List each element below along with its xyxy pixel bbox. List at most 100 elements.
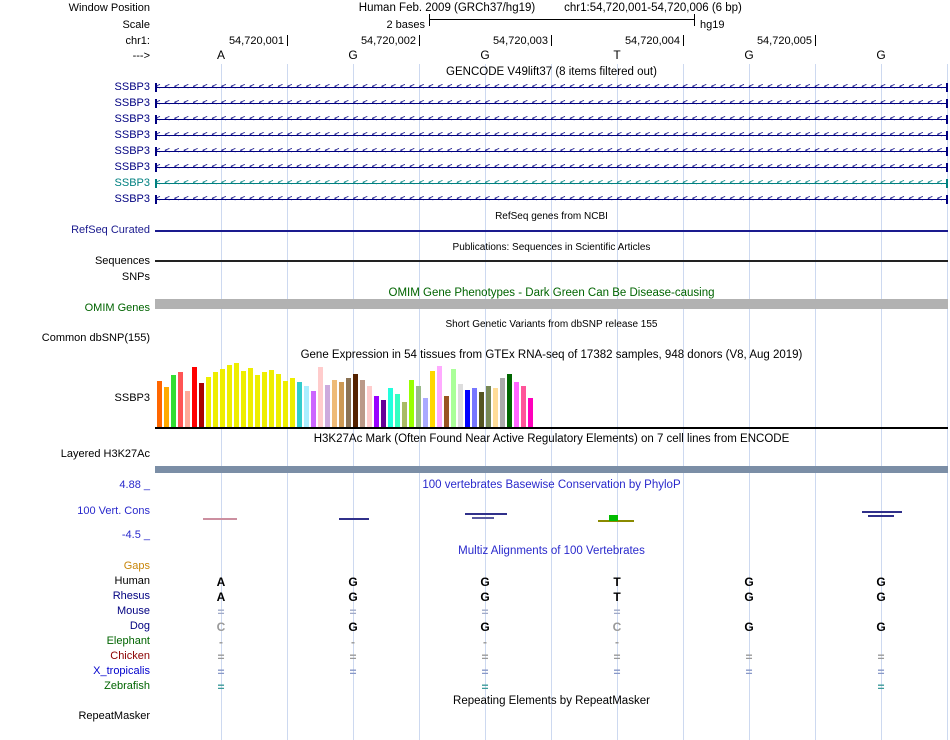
gtex-bar[interactable] xyxy=(318,367,323,427)
gtex-bar[interactable] xyxy=(164,387,169,427)
gtex-bar[interactable] xyxy=(171,375,176,427)
gtex-bar[interactable] xyxy=(486,386,491,427)
omim-genes-bar[interactable] xyxy=(155,299,948,309)
species-label-gaps[interactable]: Gaps xyxy=(0,560,150,573)
refseq-curated-item[interactable] xyxy=(155,230,948,232)
gencode-transcript[interactable]: <<<<<<<<<<<<<<<<<<<<<<<<<<<<<<<<<<<<<<<<… xyxy=(155,177,948,190)
gencode-track-label[interactable]: SSBP3 xyxy=(0,193,150,206)
species-label-rhesus[interactable]: Rhesus xyxy=(0,590,150,603)
gtex-bar[interactable] xyxy=(262,372,267,427)
gtex-bar[interactable] xyxy=(360,380,365,427)
gtex-bar[interactable] xyxy=(444,396,449,427)
species-label-x-tropicalis[interactable]: X_tropicalis xyxy=(0,665,150,678)
phylop-mark[interactable] xyxy=(465,513,507,515)
gtex-bar[interactable] xyxy=(395,394,400,427)
alignment-base: = xyxy=(217,680,225,694)
gtex-bar[interactable] xyxy=(157,381,162,427)
dbsnp-label[interactable]: Common dbSNP(155) xyxy=(0,332,150,345)
gtex-bar[interactable] xyxy=(514,382,519,427)
sequences-item[interactable] xyxy=(155,260,948,262)
gtex-bar[interactable] xyxy=(290,378,295,427)
gtex-bar[interactable] xyxy=(255,375,260,427)
gtex-bar[interactable] xyxy=(227,365,232,427)
gtex-bar[interactable] xyxy=(192,367,197,427)
gtex-bar[interactable] xyxy=(213,372,218,427)
gtex-bar[interactable] xyxy=(269,370,274,427)
phylop-mark[interactable] xyxy=(472,517,494,519)
gencode-track-label[interactable]: SSBP3 xyxy=(0,97,150,110)
gencode-transcript[interactable]: <<<<<<<<<<<<<<<<<<<<<<<<<<<<<<<<<<<<<<<<… xyxy=(155,145,948,158)
gtex-bar[interactable] xyxy=(297,382,302,427)
repeatmasker-label[interactable]: RepeatMasker xyxy=(0,710,150,723)
gencode-transcript[interactable]: <<<<<<<<<<<<<<<<<<<<<<<<<<<<<<<<<<<<<<<<… xyxy=(155,97,948,110)
gtex-bar[interactable] xyxy=(493,388,498,427)
gtex-bar[interactable] xyxy=(346,378,351,427)
species-label-chicken[interactable]: Chicken xyxy=(0,650,150,663)
phylop-mark[interactable] xyxy=(203,518,237,520)
gtex-track-label[interactable]: SSBP3 xyxy=(0,392,150,405)
gencode-track-label[interactable]: SSBP3 xyxy=(0,81,150,94)
gtex-bar[interactable] xyxy=(206,377,211,427)
gtex-bar[interactable] xyxy=(458,384,463,427)
gtex-bar[interactable] xyxy=(248,368,253,427)
gtex-bar[interactable] xyxy=(500,378,505,427)
gtex-bar[interactable] xyxy=(199,383,204,427)
gtex-bar[interactable] xyxy=(367,386,372,427)
gtex-bar[interactable] xyxy=(332,380,337,427)
phylop-mark[interactable] xyxy=(868,515,894,517)
gtex-bar[interactable] xyxy=(283,381,288,427)
gencode-track-label[interactable]: SSBP3 xyxy=(0,177,150,190)
gtex-bar[interactable] xyxy=(381,400,386,427)
species-label-zebrafish[interactable]: Zebrafish xyxy=(0,680,150,693)
gtex-bar[interactable] xyxy=(339,382,344,427)
gtex-bar[interactable] xyxy=(465,390,470,427)
species-label-human[interactable]: Human xyxy=(0,575,150,588)
gtex-bar[interactable] xyxy=(521,386,526,427)
gtex-bar[interactable] xyxy=(311,391,316,427)
gtex-bar[interactable] xyxy=(472,388,477,427)
gencode-track-label[interactable]: SSBP3 xyxy=(0,161,150,174)
gtex-bar[interactable] xyxy=(528,398,533,427)
gtex-bar[interactable] xyxy=(451,369,456,427)
gtex-bar[interactable] xyxy=(178,372,183,427)
gtex-bar[interactable] xyxy=(479,392,484,427)
species-label-dog[interactable]: Dog xyxy=(0,620,150,633)
gtex-bar[interactable] xyxy=(220,369,225,427)
gtex-bar[interactable] xyxy=(437,366,442,427)
gtex-bar[interactable] xyxy=(374,396,379,427)
gtex-bar[interactable] xyxy=(234,363,239,427)
gencode-transcript[interactable]: <<<<<<<<<<<<<<<<<<<<<<<<<<<<<<<<<<<<<<<<… xyxy=(155,129,948,142)
h3k27ac-signal-bar[interactable] xyxy=(155,466,948,473)
gencode-transcript[interactable]: <<<<<<<<<<<<<<<<<<<<<<<<<<<<<<<<<<<<<<<<… xyxy=(155,161,948,174)
gtex-bar[interactable] xyxy=(304,386,309,427)
phylop-mark[interactable] xyxy=(862,511,902,513)
gtex-bar[interactable] xyxy=(430,371,435,427)
phylop-mark[interactable] xyxy=(339,518,369,520)
gtex-bar[interactable] xyxy=(507,374,512,427)
gtex-bar[interactable] xyxy=(325,385,330,427)
snps-label[interactable]: SNPs xyxy=(0,271,150,284)
gtex-bar[interactable] xyxy=(276,374,281,427)
omim-genes-label[interactable]: OMIM Genes xyxy=(0,302,150,315)
species-label-mouse[interactable]: Mouse xyxy=(0,605,150,618)
species-label-elephant[interactable]: Elephant xyxy=(0,635,150,648)
gtex-bar[interactable] xyxy=(423,398,428,427)
gtex-bar[interactable] xyxy=(416,386,421,427)
sequences-label[interactable]: Sequences xyxy=(0,255,150,268)
gtex-bar[interactable] xyxy=(353,374,358,427)
gencode-track-label[interactable]: SSBP3 xyxy=(0,145,150,158)
gtex-bar[interactable] xyxy=(409,380,414,427)
gtex-bar[interactable] xyxy=(388,388,393,427)
h3k27ac-label[interactable]: Layered H3K27Ac xyxy=(0,448,150,461)
gencode-track-label[interactable]: SSBP3 xyxy=(0,129,150,142)
gencode-track-label[interactable]: SSBP3 xyxy=(0,113,150,126)
gencode-transcript[interactable]: <<<<<<<<<<<<<<<<<<<<<<<<<<<<<<<<<<<<<<<<… xyxy=(155,193,948,206)
refseq-curated-label[interactable]: RefSeq Curated xyxy=(0,224,150,237)
gtex-bar[interactable] xyxy=(241,371,246,427)
gencode-transcript[interactable]: <<<<<<<<<<<<<<<<<<<<<<<<<<<<<<<<<<<<<<<<… xyxy=(155,113,948,126)
conservation-track-label[interactable]: 100 Vert. Cons xyxy=(0,505,150,518)
gtex-bar[interactable] xyxy=(185,391,190,427)
gtex-bar[interactable] xyxy=(402,402,407,427)
gencode-transcript[interactable]: <<<<<<<<<<<<<<<<<<<<<<<<<<<<<<<<<<<<<<<<… xyxy=(155,81,948,94)
phylop-mark[interactable] xyxy=(609,515,618,521)
